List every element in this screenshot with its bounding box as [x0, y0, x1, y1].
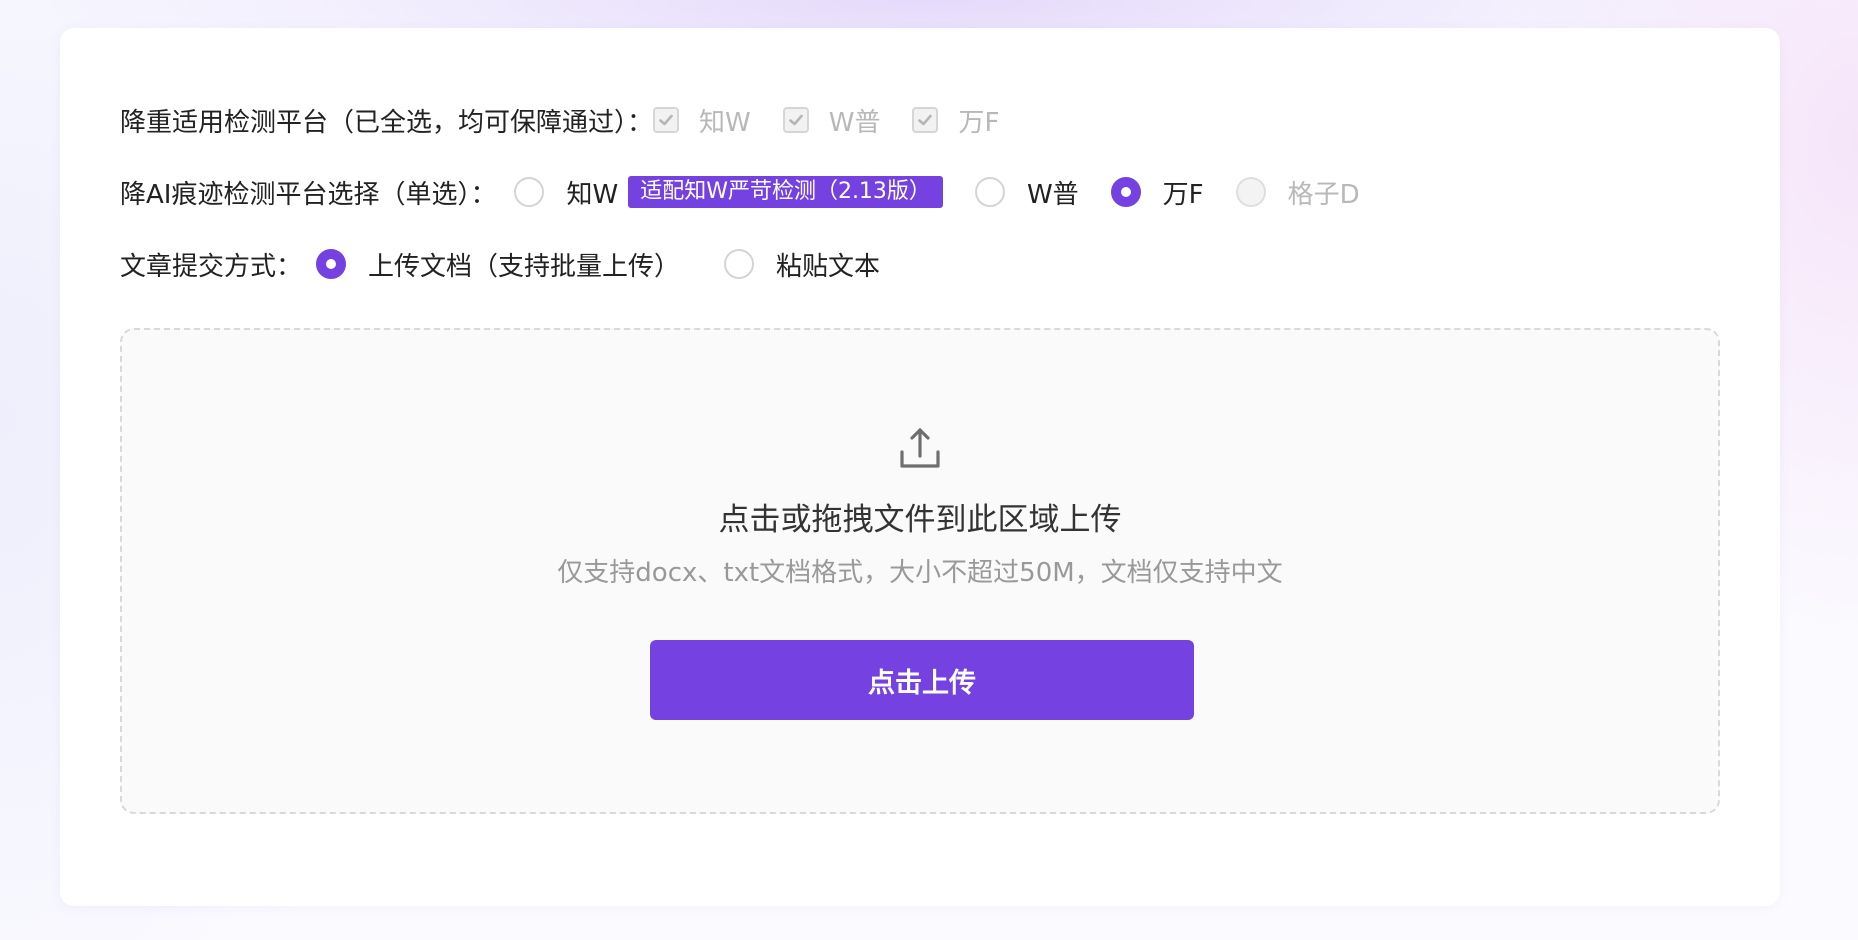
ai-option-gezid: 格子D [1235, 174, 1360, 211]
upload-icon [900, 428, 940, 468]
ai-platforms-label: 降AI痕迹检测平台选择（单选）： [120, 179, 497, 210]
submit-option-label: 粘贴文本 [776, 251, 881, 282]
ai-option-label: W普 [1026, 179, 1079, 210]
checkbox-checked-icon [912, 107, 939, 133]
dedup-option-label: 知W [699, 107, 751, 138]
dedup-platforms-row: 降重适用检测平台（已全选，均可保障通过）： 知W W普 万F [120, 100, 999, 140]
radio-unchecked-icon[interactable] [724, 249, 755, 279]
checkbox-checked-icon [782, 107, 809, 133]
dedup-option-wpu: W普 [782, 102, 881, 139]
radio-unchecked-icon[interactable] [974, 177, 1005, 207]
upload-title: 点击或拖拽文件到此区域上传 [718, 502, 1122, 538]
submit-option-upload[interactable]: 上传文档（支持批量上传） [316, 246, 680, 283]
upload-dropzone[interactable]: 点击或拖拽文件到此区域上传 仅支持docx、txt文档格式，大小不超过50M，文… [120, 328, 1720, 814]
submit-method-row: 文章提交方式： 上传文档（支持批量上传） 粘贴文本 [120, 244, 880, 284]
radio-disabled-icon [1235, 177, 1266, 207]
dedup-option-wanf: 万F [912, 102, 999, 139]
submit-option-paste[interactable]: 粘贴文本 [724, 246, 880, 283]
checkbox-checked-icon [653, 107, 680, 133]
submit-option-label: 上传文档（支持批量上传） [368, 251, 681, 282]
dedup-option-label: 万F [958, 107, 1000, 138]
radio-checked-icon[interactable] [1110, 177, 1141, 207]
ai-option-label: 格子D [1287, 179, 1360, 210]
upload-hint: 仅支持docx、txt文档格式，大小不超过50M，文档仅支持中文 [557, 558, 1283, 588]
submit-method-label: 文章提交方式： [120, 251, 303, 282]
zhiw-strict-badge: 适配知W严苛检测（2.13版） [628, 176, 943, 208]
ai-option-label: 万F [1162, 179, 1204, 210]
ai-option-label: 知W [566, 179, 619, 210]
ai-option-wpu[interactable]: W普 [974, 174, 1079, 211]
ai-option-wanf[interactable]: 万F [1110, 174, 1204, 211]
upload-button[interactable]: 点击上传 [650, 640, 1194, 720]
radio-unchecked-icon[interactable] [514, 177, 545, 207]
dedup-platforms-label: 降重适用检测平台（已全选，均可保障通过）： [120, 107, 654, 138]
ai-platforms-row: 降AI痕迹检测平台选择（单选）： 知W 适配知W严苛检测（2.13版） W普 万… [120, 172, 1360, 212]
ai-option-zhiw[interactable]: 知W 适配知W严苛检测（2.13版） [514, 174, 943, 211]
dedup-option-zhiw: 知W [653, 102, 751, 139]
radio-checked-icon[interactable] [316, 249, 347, 279]
dedup-option-label: W普 [828, 107, 881, 138]
